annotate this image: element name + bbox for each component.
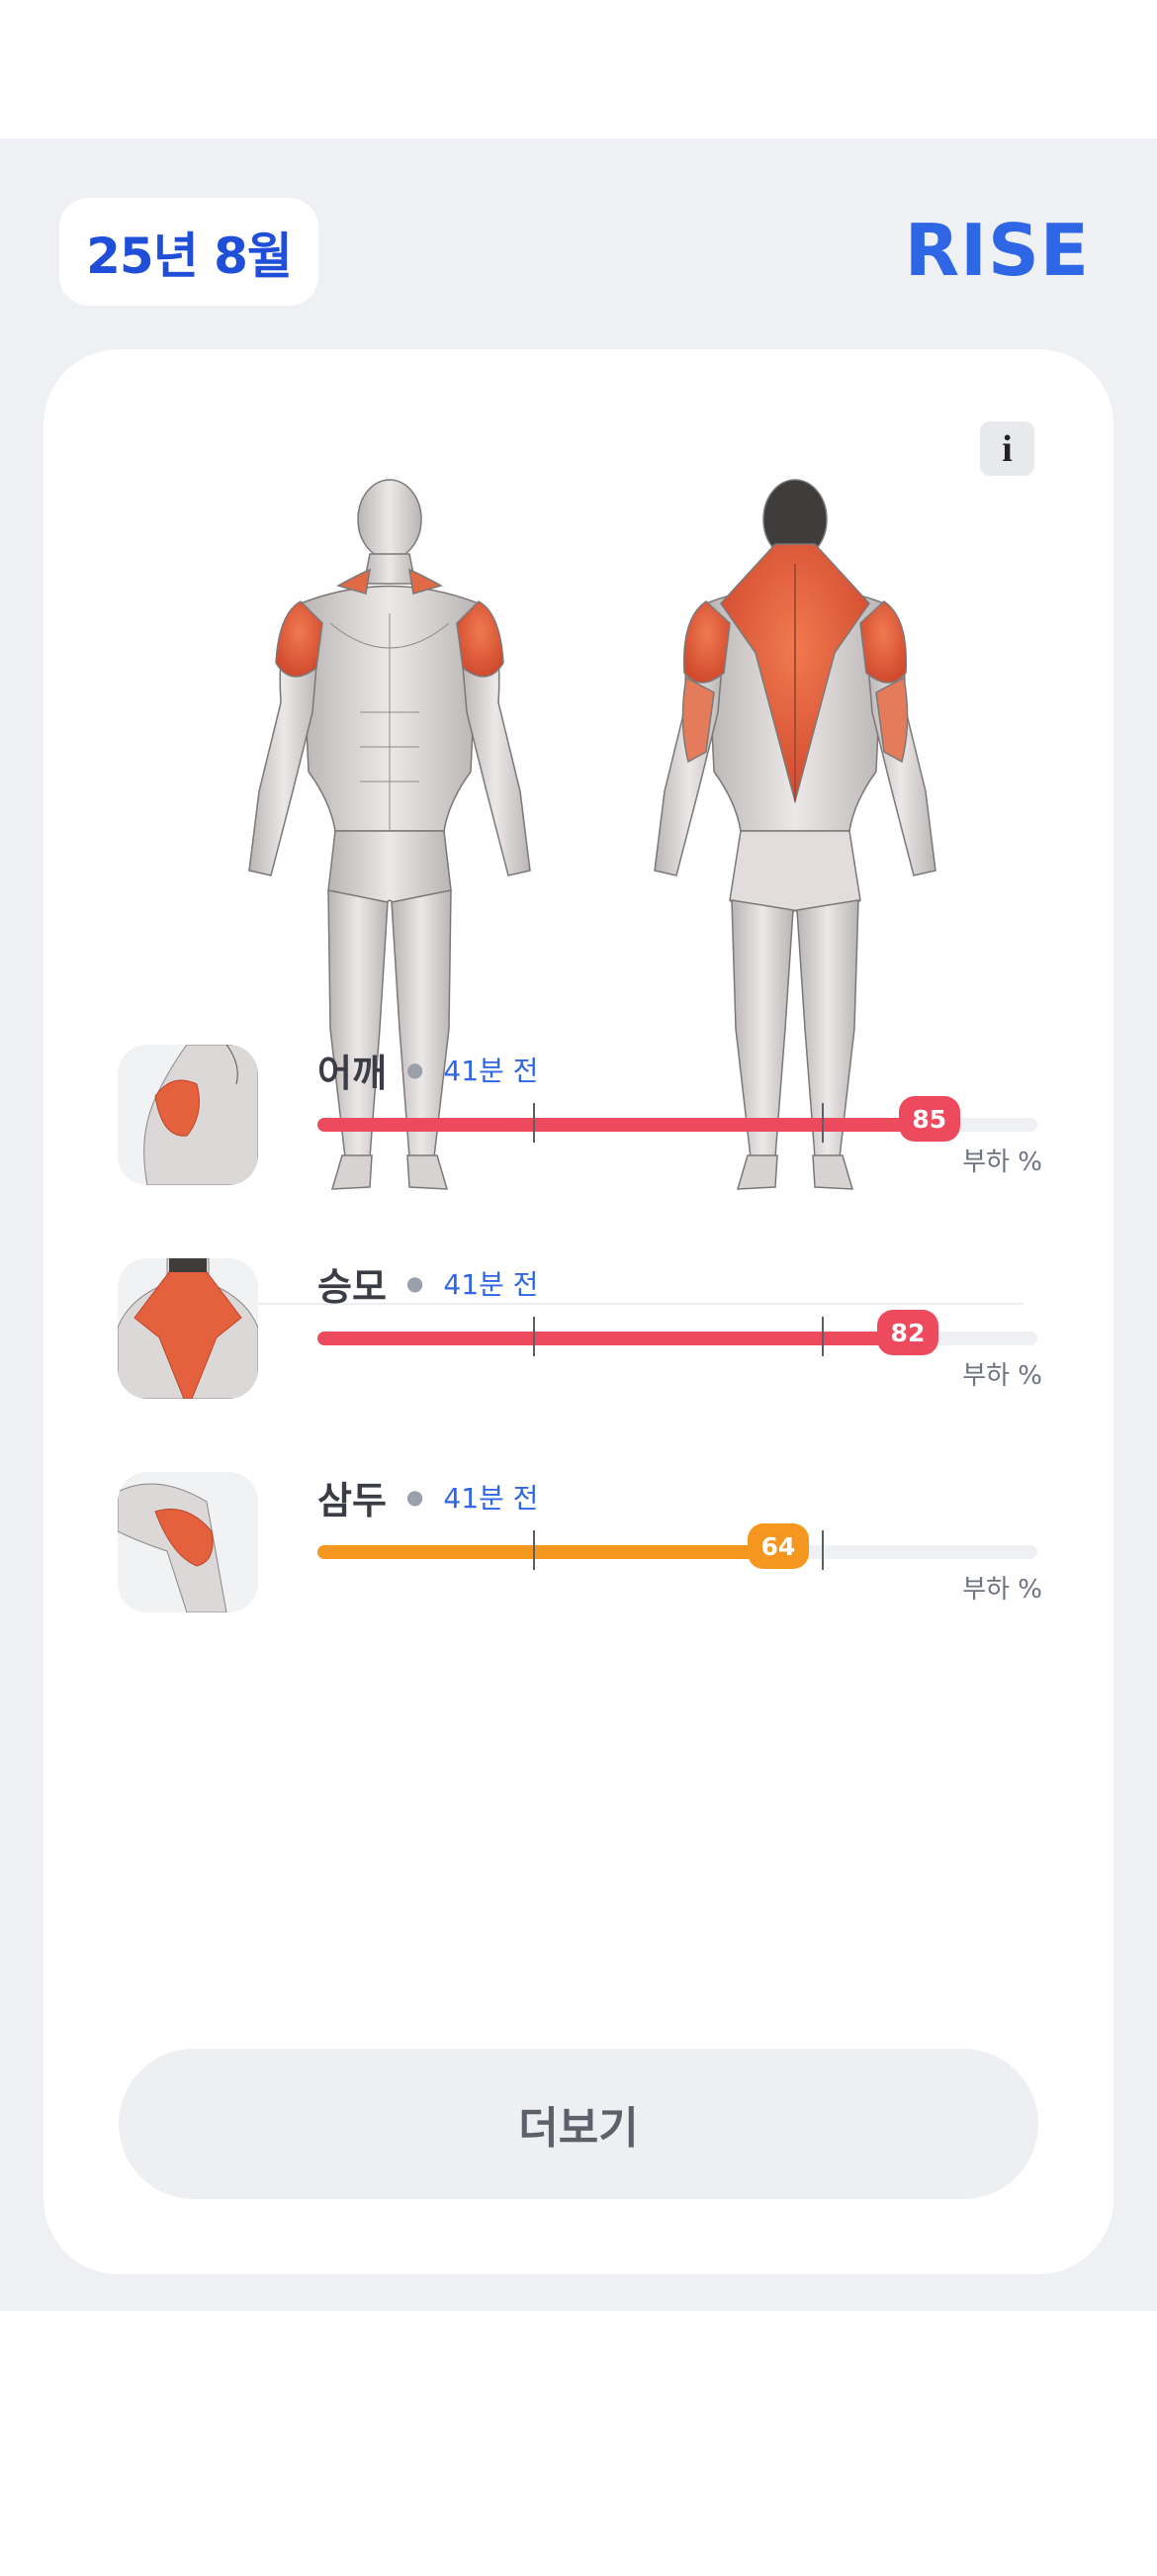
muscle-row-title: 삼두 ● 41분 전 [317, 1472, 539, 1522]
load-bar-track: 82 [317, 1310, 1037, 1356]
muscle-row[interactable]: 승모 ● 41분 전 82 부하 % [118, 1258, 1042, 1399]
more-button-label: 더보기 [518, 2103, 639, 2154]
load-unit-label: 부하 % [962, 1148, 1042, 1177]
load-threshold-tick [533, 1103, 535, 1143]
separator-dot: ● [405, 1271, 424, 1295]
muscle-row[interactable]: 삼두 ● 41분 전 64 부하 % [118, 1472, 1042, 1612]
load-value-badge: 82 [876, 1310, 938, 1355]
separator-dot: ● [405, 1058, 424, 1081]
load-value-badge: 64 [747, 1523, 809, 1569]
muscle-name: 어깨 [317, 1051, 387, 1095]
info-icon: i [1002, 427, 1013, 470]
brand-logo: RISE [904, 209, 1090, 292]
muscle-row[interactable]: 어깨 ● 41분 전 85 부하 % [118, 1045, 1042, 1185]
load-unit-label: 부하 % [962, 1575, 1042, 1605]
load-unit-label: 부하 % [962, 1361, 1042, 1391]
muscle-thumbnail [118, 1045, 258, 1185]
load-bar-fill [317, 1332, 908, 1345]
load-bar-track: 85 [317, 1096, 1037, 1143]
muscle-load-card: i 어깨 ● 41분 전 85 부하 % 승모 ● 41분 전 82 부하 % … [44, 349, 1113, 2274]
load-threshold-tick [822, 1530, 824, 1570]
month-label: 25년 8월 [86, 227, 293, 285]
info-button[interactable]: i [980, 421, 1034, 476]
muscle-row-title: 어깨 ● 41분 전 [317, 1045, 539, 1095]
load-threshold-tick [533, 1317, 535, 1356]
more-button[interactable]: 더보기 [119, 2049, 1038, 2199]
load-value-badge: 85 [898, 1096, 960, 1142]
load-bar-fill [317, 1545, 778, 1559]
muscle-row-title: 승모 ● 41분 전 [317, 1258, 539, 1309]
load-threshold-tick [822, 1317, 824, 1356]
load-threshold-tick [822, 1103, 824, 1143]
muscle-name: 삼두 [317, 1478, 387, 1522]
muscle-thumbnail [118, 1472, 258, 1612]
last-workout-time: 41분 전 [443, 1482, 539, 1515]
month-selector[interactable]: 25년 8월 [59, 198, 318, 306]
muscle-thumbnail [118, 1258, 258, 1399]
load-threshold-tick [533, 1530, 535, 1570]
last-workout-time: 41분 전 [443, 1268, 539, 1301]
load-bar-fill [317, 1118, 930, 1132]
separator-dot: ● [405, 1485, 424, 1509]
last-workout-time: 41분 전 [443, 1055, 539, 1087]
load-bar-track: 64 [317, 1523, 1037, 1570]
muscle-name: 승모 [317, 1264, 387, 1309]
